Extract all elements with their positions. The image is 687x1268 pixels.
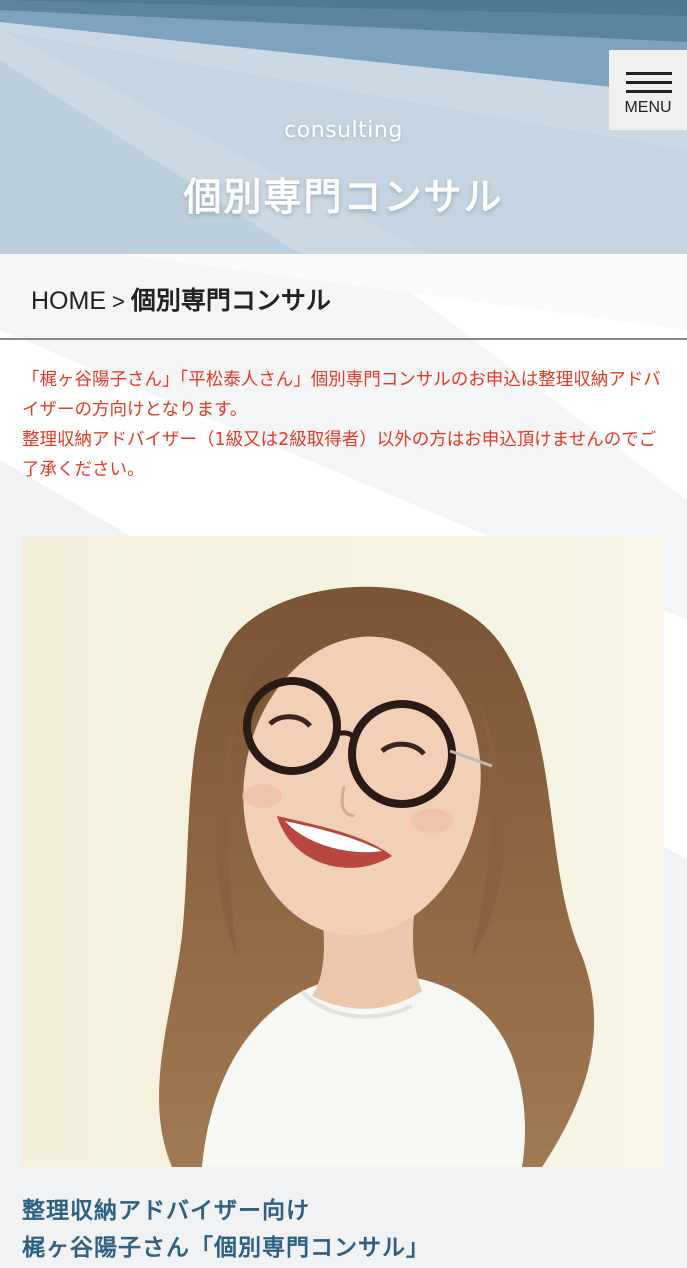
breadcrumb-current: 個別専門コンサル bbox=[130, 286, 331, 315]
breadcrumb-home-link[interactable]: HOME bbox=[31, 287, 106, 315]
notice-paragraph-2: 整理収納アドバイザー（1級又は2級取得者）以外の方はお申込頂けませんのでご了承く… bbox=[22, 430, 657, 480]
section-heading: 整理収納アドバイザー向け 梶ヶ谷陽子さん「個別専門コンサル」 bbox=[22, 1193, 672, 1267]
section-heading-line-2: 梶ヶ谷陽子さん「個別専門コンサル」 bbox=[22, 1235, 430, 1261]
section-heading-line-1: 整理収納アドバイザー向け bbox=[22, 1198, 310, 1224]
page-header: consulting 個別専門コンサル bbox=[0, 0, 687, 254]
consultant-photo bbox=[22, 536, 664, 1167]
page-title: 個別専門コンサル bbox=[183, 175, 504, 219]
notice-paragraph-1: 「梶ヶ谷陽子さん」「平松泰人さん」個別専門コンサルのお申込は整理収納アドバイザー… bbox=[22, 370, 661, 420]
page-subtitle: consulting bbox=[284, 118, 403, 143]
hamburger-icon bbox=[626, 72, 672, 93]
menu-button[interactable]: MENU bbox=[609, 50, 687, 130]
breadcrumb-separator: > bbox=[112, 289, 125, 314]
notice-text: 「梶ヶ谷陽子さん」「平松泰人さん」個別専門コンサルのお申込は整理収納アドバイザー… bbox=[22, 365, 672, 485]
menu-label: MENU bbox=[624, 99, 672, 116]
breadcrumb: HOME > 個別専門コンサル bbox=[0, 254, 687, 340]
